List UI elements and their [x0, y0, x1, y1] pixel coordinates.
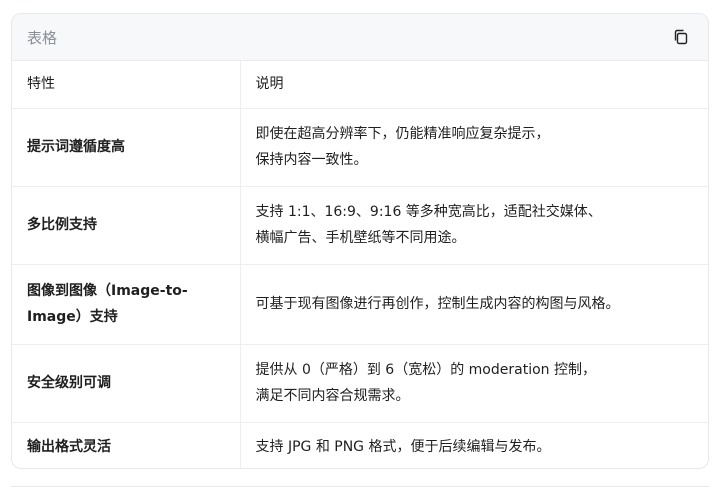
divider [11, 486, 709, 487]
description-line: 支持 1:1、16:9、9:16 等多种宽高比，适配社交媒体、 [255, 204, 602, 220]
feature-table: 特性 说明 提示词遵循度高 即使在超高分辨率下，仍能精准响应复杂提示， 保持内容… [12, 61, 708, 468]
column-header-description: 说明 [240, 61, 708, 109]
card-title: 表格 [27, 28, 58, 47]
description-cell: 支持 1:1、16:9、9:16 等多种宽高比，适配社交媒体、 横幅广告、手机壁… [240, 186, 708, 265]
feature-cell: 输出格式灵活 [12, 422, 241, 468]
feature-line: 图像到图像（Image-to- [27, 283, 188, 299]
description-line: 支持 JPG 和 PNG 格式，便于后续编辑与发布。 [255, 438, 551, 455]
feature-cell: 安全级别可调 [12, 344, 241, 423]
description-line: 满足不同内容合规需求。 [255, 388, 410, 404]
table-row: 多比例支持 支持 1:1、16:9、9:16 等多种宽高比，适配社交媒体、 横幅… [12, 186, 708, 265]
description-line: 即使在超高分辨率下，仍能精准响应复杂提示， [255, 126, 550, 142]
feature-cell: 多比例支持 [12, 186, 241, 265]
description-line: 可基于现有图像进行再创作，控制生成内容的构图与风格。 [255, 296, 620, 312]
feature-cell: 提示词遵循度高 [12, 108, 241, 187]
table-row: 图像到图像（Image-to- Image）支持 可基于现有图像进行再创作，控制… [12, 264, 708, 345]
table-row: 安全级别可调 提供从 0（严格）到 6（宽松）的 moderation 控制， … [12, 344, 708, 423]
table-row: 提示词遵循度高 即使在超高分辨率下，仍能精准响应复杂提示， 保持内容一致性。 [12, 108, 708, 187]
description-cell: 即使在超高分辨率下，仍能精准响应复杂提示， 保持内容一致性。 [240, 108, 708, 187]
column-header-feature: 特性 [12, 61, 241, 109]
feature-cell: 图像到图像（Image-to- Image）支持 [12, 264, 241, 345]
description-cell: 可基于现有图像进行再创作，控制生成内容的构图与风格。 [240, 264, 708, 345]
description-line: 保持内容一致性。 [255, 152, 368, 168]
table-card: 表格 特性 说明 提示词遵循度高 即使在超高分辨率下，仍能精准响应复杂提示， 保… [11, 13, 709, 469]
copy-icon[interactable] [670, 26, 692, 48]
feature-line: Image）支持 [27, 309, 118, 325]
description-line: 提供从 0（严格）到 6（宽松）的 moderation 控制， [255, 362, 596, 378]
table-header-row: 特性 说明 [12, 61, 708, 109]
description-cell: 提供从 0（严格）到 6（宽松）的 moderation 控制， 满足不同内容合… [240, 344, 708, 423]
card-header: 表格 [12, 14, 708, 61]
description-line: 横幅广告、手机壁纸等不同用途。 [255, 230, 466, 246]
table-row: 输出格式灵活 支持 JPG 和 PNG 格式，便于后续编辑与发布。 [12, 422, 708, 468]
description-cell: 支持 JPG 和 PNG 格式，便于后续编辑与发布。 [240, 422, 708, 468]
